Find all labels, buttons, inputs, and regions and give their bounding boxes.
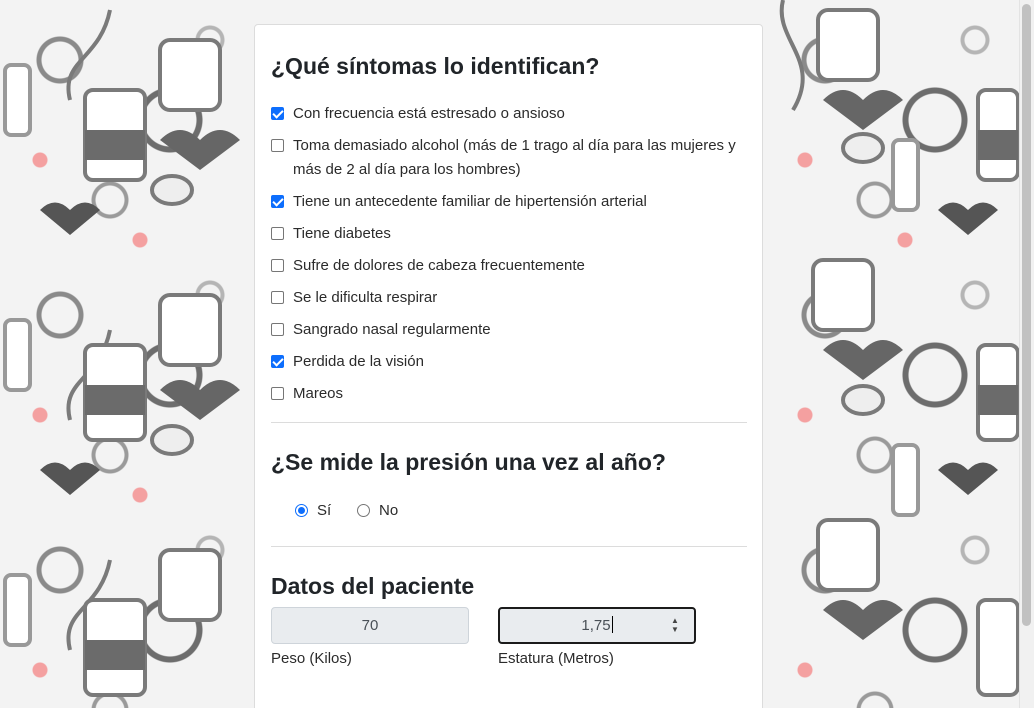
checkbox-unchecked[interactable] (271, 139, 284, 152)
symptom-checkbox-vision-loss[interactable]: Perdida de la visión (271, 350, 751, 374)
symptom-checkbox-diabetes[interactable]: Tiene diabetes (271, 222, 751, 246)
radio-unselected[interactable] (357, 504, 370, 517)
checkbox-unchecked[interactable] (271, 323, 284, 336)
checkbox-unchecked[interactable] (271, 291, 284, 304)
height-value: 1,75 (581, 617, 611, 634)
symptom-checkbox-dizziness[interactable]: Mareos (271, 382, 751, 406)
weight-input[interactable]: 70 (271, 607, 469, 644)
symptom-checkbox-nosebleed[interactable]: Sangrado nasal regularmente (271, 318, 751, 342)
checkbox-unchecked[interactable] (271, 259, 284, 272)
pressure-heading: ¿Se mide la presión una vez al año? (271, 449, 666, 475)
patient-heading: Datos del paciente (271, 573, 475, 599)
checkbox-checked[interactable] (271, 195, 284, 208)
weight-value: 70 (361, 617, 379, 634)
radio-option-no[interactable]: No (357, 501, 398, 521)
checkbox-unchecked[interactable] (271, 227, 284, 240)
symptom-label: Con frecuencia está estresado o ansioso (293, 105, 565, 122)
symptom-label: Toma demasiado alcohol (más de 1 trago a… (293, 137, 736, 178)
radio-option-yes[interactable]: Sí (295, 501, 331, 521)
text-caret (611, 616, 613, 633)
symptom-checkbox-alcohol[interactable]: Toma demasiado alcohol (más de 1 trago a… (271, 134, 751, 182)
symptom-label: Tiene diabetes (293, 225, 391, 242)
number-spinner[interactable]: ▲ ▼ (670, 616, 680, 636)
scrollbar-thumb[interactable] (1022, 4, 1031, 626)
symptom-checkbox-breathing[interactable]: Se le dificulta respirar (271, 286, 751, 310)
spinner-up-icon[interactable]: ▲ (670, 616, 680, 625)
page-scrollbar[interactable] (1019, 0, 1034, 708)
checkbox-checked[interactable] (271, 107, 284, 120)
symptom-checkbox-stress[interactable]: Con frecuencia está estresado o ansioso (271, 102, 751, 126)
symptom-label: Sufre de dolores de cabeza frecuentement… (293, 257, 585, 274)
spinner-down-icon[interactable]: ▼ (670, 625, 680, 634)
symptom-label: Sangrado nasal regularmente (293, 321, 491, 338)
medical-doodle-background-left (3, 9, 240, 697)
form-card: ¿Qué síntomas lo identifican? Con frecue… (254, 24, 763, 708)
checkbox-unchecked[interactable] (271, 387, 284, 400)
symptom-checkbox-family-history[interactable]: Tiene un antecedente familiar de hiperte… (271, 190, 751, 214)
radio-selected[interactable] (295, 504, 308, 517)
symptom-label: Tiene un antecedente familiar de hiperte… (293, 193, 647, 210)
medical-doodle-background-right (779, 0, 1019, 697)
height-label: Estatura (Metros) (498, 650, 614, 667)
symptom-label: Se le dificulta respirar (293, 289, 438, 306)
symptom-checkbox-headaches[interactable]: Sufre de dolores de cabeza frecuentement… (271, 254, 751, 278)
weight-label: Peso (Kilos) (271, 650, 352, 667)
symptoms-heading: ¿Qué síntomas lo identifican? (271, 53, 600, 79)
height-input[interactable]: 1,75 ▲ ▼ (498, 607, 696, 644)
section-divider (271, 422, 747, 423)
symptom-label: Perdida de la visión (293, 353, 424, 370)
section-divider (271, 546, 747, 547)
checkbox-checked[interactable] (271, 355, 284, 368)
symptom-label: Mareos (293, 385, 344, 402)
